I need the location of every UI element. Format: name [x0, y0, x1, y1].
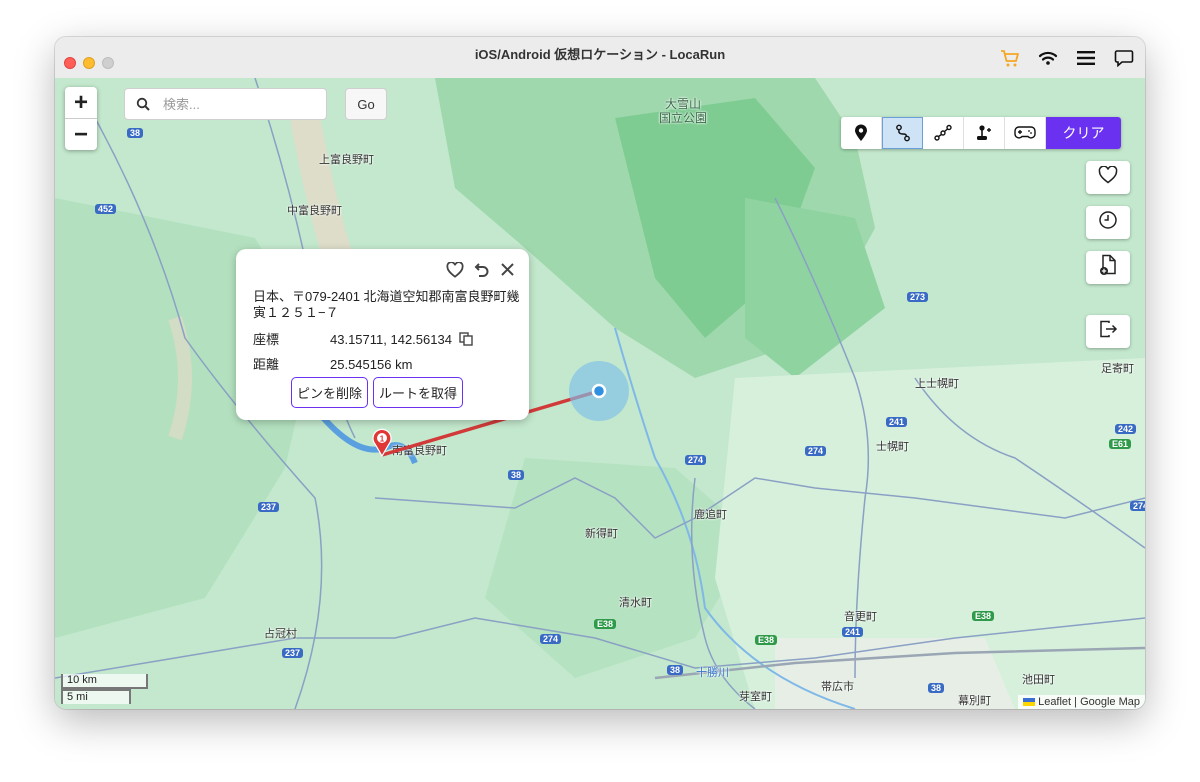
- wifi-icon[interactable]: [1037, 47, 1059, 69]
- ukraine-flag-icon: [1023, 698, 1036, 706]
- app-window: iOS/Android 仮想ロケーション - LocaRun 大雪山 国立公園 …: [55, 37, 1145, 709]
- import-file-button[interactable]: [1086, 251, 1130, 284]
- favorite-heart-icon: [1098, 165, 1118, 189]
- search-input[interactable]: [161, 95, 315, 113]
- coordinate-row: 座標 43.15711, 142.56134: [253, 329, 473, 349]
- distance-value: 25.545156 km: [330, 357, 413, 372]
- history-clock-icon: [1098, 210, 1118, 235]
- close-icon[interactable]: [500, 262, 515, 281]
- distance-label: 距離: [253, 357, 280, 372]
- location-popup: 日本、〒079-2401 北海道空知郡南富良野町幾寅１２５１−７ 座標 43.15…: [236, 249, 529, 420]
- map-attribution[interactable]: Leaflet | Google Map: [1018, 695, 1145, 709]
- route-overlay: 1: [372, 361, 629, 458]
- undo-icon[interactable]: [474, 262, 490, 281]
- go-button[interactable]: Go: [345, 88, 387, 120]
- zoom-in-button[interactable]: +: [65, 87, 97, 119]
- svg-text:1: 1: [380, 435, 385, 444]
- scale-metric: 10 km: [61, 674, 148, 689]
- joystick-icon[interactable]: [964, 117, 1005, 149]
- map-view[interactable]: 大雪山 国立公園 上富良野町 中富良野町 南富良野町 新得町 清水町 鹿追町 上…: [55, 78, 1145, 709]
- current-location-dot: [591, 383, 607, 399]
- favorites-button[interactable]: [1086, 161, 1130, 194]
- coordinate-value: 43.15711, 142.56134: [330, 332, 452, 347]
- coordinate-label: 座標: [253, 332, 280, 347]
- popup-address: 日本、〒079-2401 北海道空知郡南富良野町幾寅１２５１−７: [253, 289, 520, 320]
- gamepad-icon[interactable]: [1005, 117, 1046, 149]
- scale-imperial: 5 mi: [61, 689, 131, 704]
- menu-icon[interactable]: [1075, 47, 1097, 69]
- copy-icon[interactable]: [458, 332, 473, 349]
- window-title: iOS/Android 仮想ロケーション - LocaRun: [474, 47, 726, 62]
- distance-row: 距離 25.545156 km: [253, 354, 412, 373]
- two-spot-route-icon[interactable]: [882, 117, 923, 149]
- search-icon: [125, 97, 161, 111]
- mode-toolbar: クリア: [841, 117, 1121, 149]
- cart-icon[interactable]: [999, 47, 1021, 69]
- favorite-heart-icon[interactable]: [446, 261, 464, 281]
- zoom-control: + −: [65, 87, 97, 150]
- zoom-out-button[interactable]: −: [65, 119, 97, 150]
- map-scale: 10 km 5 mi: [61, 674, 148, 704]
- chat-icon[interactable]: [1113, 47, 1135, 69]
- teleport-pin-icon[interactable]: [841, 117, 882, 149]
- multi-spot-route-icon[interactable]: [923, 117, 964, 149]
- title-bar: iOS/Android 仮想ロケーション - LocaRun: [55, 37, 1145, 79]
- attribution-text[interactable]: Leaflet | Google Map: [1038, 696, 1140, 708]
- history-button[interactable]: [1086, 206, 1130, 239]
- import-gpx-file-icon: [1098, 254, 1118, 281]
- exit-button[interactable]: [1086, 315, 1130, 348]
- search-box: [124, 88, 327, 120]
- exit-icon: [1098, 319, 1118, 344]
- delete-pin-button[interactable]: ピンを削除: [291, 377, 369, 408]
- get-route-button[interactable]: ルートを取得: [373, 377, 464, 408]
- clear-button[interactable]: クリア: [1046, 117, 1121, 149]
